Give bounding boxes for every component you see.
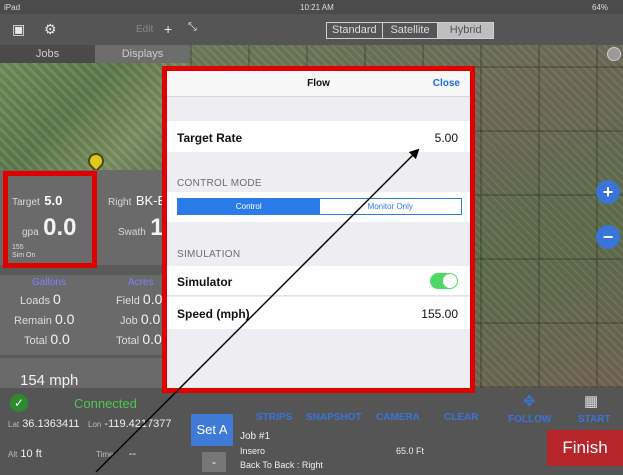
flow-modal-highlight: Flow Close Target Rate 5.00 CONTROL MODE… — [162, 66, 475, 393]
guidance-pattern: Back To Back : Right — [240, 460, 323, 470]
zoom-out-button[interactable]: − — [596, 225, 620, 249]
latitude: Lat 36.1363411 — [8, 418, 80, 430]
simulator-row: Simulator — [167, 266, 470, 296]
camera-button[interactable]: CAMERA — [376, 412, 420, 423]
acres-header: Acres — [128, 277, 154, 288]
job-value: 0.0 — [140, 311, 161, 327]
resize-icon[interactable]: ⤡ — [188, 21, 197, 34]
status-bar: iPad 10:21 AM 64% — [0, 0, 623, 14]
modal-header: Flow Close — [167, 71, 470, 97]
lat-value: 36.1363411 — [22, 418, 80, 430]
left-tabs: Jobs Displays — [0, 45, 190, 63]
monitor-only-option[interactable]: Monitor Only — [319, 199, 461, 214]
field-value: 0.0 — [142, 291, 163, 307]
control-option[interactable]: Control — [178, 199, 320, 214]
elapsed-time: Time -- — [96, 448, 136, 460]
modal-title: Flow — [307, 78, 330, 89]
tab-jobs[interactable]: Jobs — [0, 45, 95, 63]
clock: 10:21 AM — [300, 3, 334, 12]
simulation-header: SIMULATION — [177, 249, 241, 260]
loads-row: Loads 0 — [20, 291, 61, 307]
field-label: Field — [116, 295, 140, 307]
loads-label: Loads — [20, 295, 50, 307]
checkmark-icon: ✓ — [10, 394, 28, 412]
longitude: Lon -119.4217377 — [88, 418, 172, 430]
clear-button[interactable]: CLEAR — [444, 412, 478, 423]
job-label: Job — [120, 315, 138, 327]
control-mode-selector: Control Monitor Only — [177, 198, 462, 215]
swath-readout: Swath 1 — [118, 214, 164, 242]
remain-row: Remain 0.0 — [14, 311, 74, 327]
finish-button[interactable]: Finish — [547, 430, 623, 466]
start-button[interactable]: START — [578, 414, 611, 425]
strips-button[interactable]: STRIPS — [256, 412, 292, 423]
battery-level: 64% — [592, 3, 609, 12]
speed-readout: 154 mph — [20, 372, 79, 389]
start-icon[interactable]: ▦ — [584, 392, 598, 410]
lon-value: -119.4217377 — [104, 418, 172, 430]
time-value: -- — [128, 448, 137, 460]
altitude: Alt 10 ft — [8, 448, 42, 460]
right-label: Right — [108, 197, 132, 208]
lon-label: Lon — [88, 420, 102, 429]
operator-name: Insero — [240, 446, 266, 456]
close-button[interactable]: Close — [433, 78, 460, 89]
speed-value[interactable]: 155.00 — [421, 307, 458, 321]
remain-value: 0.0 — [54, 311, 75, 327]
total-label: Total — [24, 335, 48, 347]
job-row: Job 0.0 — [120, 311, 160, 327]
right-readout: Right BK-E — [108, 192, 166, 210]
gear-icon[interactable]: ⚙ — [44, 21, 57, 38]
device-name: iPad — [4, 3, 21, 12]
crosshair-icon[interactable]: ✥ — [523, 392, 536, 410]
zoom-in-button[interactable]: + — [596, 180, 620, 204]
control-mode-header: CONTROL MODE — [177, 178, 262, 189]
acres-total-row: Total 0.0 — [116, 331, 162, 347]
speed-row[interactable]: Speed (mph) 155.00 — [167, 297, 470, 329]
flow-modal: Flow Close Target Rate 5.00 CONTROL MODE… — [167, 71, 470, 388]
job-name: Job #1 — [240, 431, 271, 442]
target-rate-row[interactable]: Target Rate 5.00 — [167, 121, 470, 152]
loads-value: 0 — [53, 291, 61, 307]
alt-value: 10 ft — [20, 448, 42, 460]
edit-button[interactable]: Edit — [136, 24, 153, 35]
connection-status: Connected — [74, 396, 137, 411]
map-type-hybrid[interactable]: Hybrid — [438, 23, 494, 38]
map-type-selector: Standard Satellite Hybrid — [326, 22, 494, 39]
alt-label: Alt — [8, 450, 18, 459]
simulator-toggle[interactable] — [430, 273, 458, 289]
swath-label: Swath — [118, 227, 146, 238]
compass-icon[interactable] — [607, 47, 621, 61]
follow-button[interactable]: FOLLOW — [508, 414, 551, 425]
swath-distance: 65.0 Ft — [396, 446, 425, 456]
total-row: Total 0.0 — [24, 331, 70, 347]
tab-displays[interactable]: Displays — [95, 45, 190, 63]
sidebar-icon[interactable]: ▣ — [12, 21, 25, 38]
minus-button[interactable]: - — [202, 452, 226, 472]
acres-total-label: Total — [116, 335, 140, 347]
gallons-header: Gallons — [32, 277, 66, 288]
toolbar: ▣ ⚙ Edit + ⤡ Standard Satellite Hybrid — [0, 14, 623, 45]
location-pin-icon — [84, 149, 108, 173]
add-icon[interactable]: + — [164, 21, 172, 37]
snapshot-button[interactable]: SNAPSHOT — [306, 412, 362, 423]
field-row: Field 0.0 — [116, 291, 162, 307]
acres-total-value: 0.0 — [142, 331, 162, 347]
target-rate-value[interactable]: 5.00 — [435, 131, 458, 145]
bottom-bar: ✓ Connected Lat 36.1363411 Lon -119.4217… — [0, 388, 623, 475]
time-label: Time — [96, 450, 114, 459]
target-highlight-box — [3, 171, 97, 268]
speed-label: Speed (mph) — [177, 307, 250, 321]
set-a-button[interactable]: Set A — [191, 414, 233, 446]
lat-label: Lat — [8, 420, 20, 429]
map-type-standard[interactable]: Standard — [327, 23, 383, 38]
remain-label: Remain — [14, 315, 52, 327]
target-rate-label: Target Rate — [177, 131, 243, 145]
map-type-satellite[interactable]: Satellite — [383, 23, 439, 38]
simulator-label: Simulator — [177, 275, 233, 289]
total-value: 0.0 — [50, 331, 70, 347]
